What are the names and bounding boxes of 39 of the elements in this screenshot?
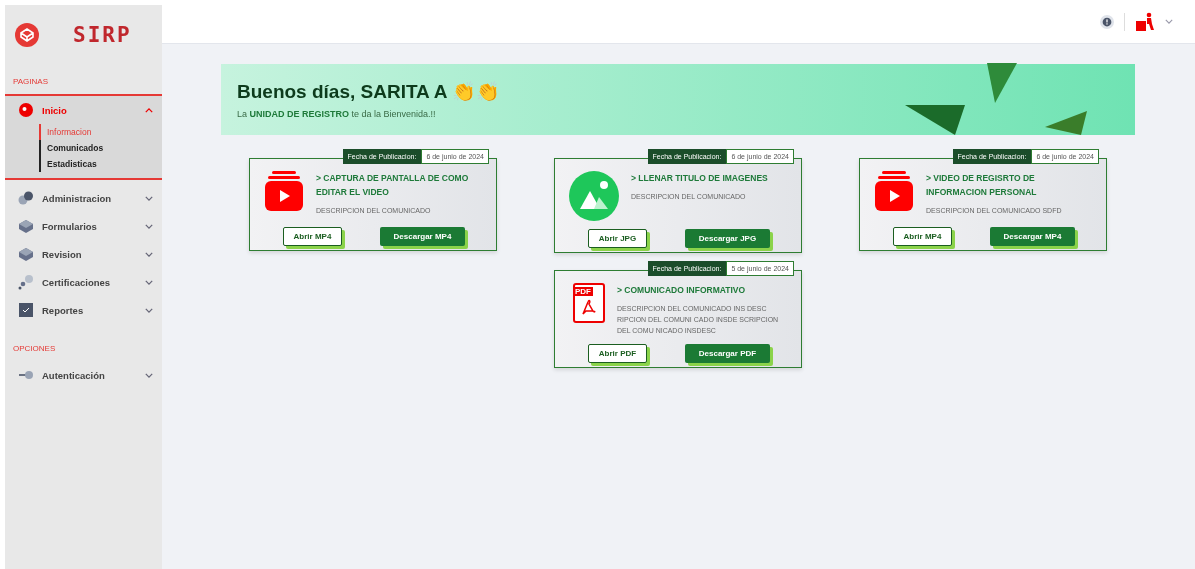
- submenu-item[interactable]: Estadisticas: [41, 156, 162, 172]
- video-icon: [264, 171, 304, 211]
- sidebar-item[interactable]: Certificaciones: [5, 268, 162, 296]
- download-button[interactable]: Descargar MP4: [379, 227, 466, 246]
- brand-name: SIRP: [73, 23, 132, 47]
- video-icon: [874, 171, 914, 211]
- info-icon[interactable]: [1100, 14, 1114, 29]
- sidebar-item[interactable]: Formularios: [5, 212, 162, 240]
- card-title: > CAPTURA DE PANTALLA DE COMO EDITAR EL VIDEO: [316, 172, 470, 199]
- menu-icon: [18, 274, 34, 290]
- menu-icon: [18, 102, 34, 118]
- menu-icon: [18, 190, 34, 206]
- section-title: OPCIONES: [12, 343, 57, 355]
- sidebar-item[interactable]: Autenticación: [5, 361, 162, 389]
- pdf-icon: PDF: [573, 283, 605, 323]
- logo-icon: [15, 23, 39, 47]
- menu-icon: [18, 246, 34, 262]
- menu-icon: [18, 302, 34, 318]
- open-button[interactable]: Abrir MP4: [892, 227, 953, 246]
- user-avatar-icon[interactable]: [1135, 11, 1155, 32]
- submenu-item[interactable]: Comunicados: [41, 140, 162, 156]
- card-title: > VIDEO DE REGISRTO DE INFORMACION PERSONAL: [926, 172, 1038, 199]
- greeting: Buenos días, SARITA A 👏👏: [237, 80, 500, 103]
- section-title: PAGINAS: [12, 76, 49, 88]
- card-title: > COMUNICADO INFORMATIVO: [617, 284, 747, 297]
- download-button[interactable]: Descargar JPG: [684, 229, 771, 248]
- download-button[interactable]: Descargar MP4: [989, 227, 1076, 246]
- open-button[interactable]: Abrir JPG: [587, 229, 648, 248]
- sidebar-item[interactable]: Administracion: [5, 184, 162, 212]
- open-button[interactable]: Abrir PDF: [587, 344, 648, 363]
- sidebar-item[interactable]: Revision: [5, 240, 162, 268]
- chevron-icon[interactable]: [1165, 19, 1173, 24]
- download-button[interactable]: Descargar PDF: [684, 344, 771, 363]
- sidebar-item[interactable]: Reportes: [5, 296, 162, 324]
- image-icon: [569, 171, 619, 221]
- menu-icon: [18, 218, 34, 234]
- open-button[interactable]: Abrir MP4: [282, 227, 343, 246]
- welcome-subtitle: La UNIDAD DE REGISTRO te da la Bienvenida.!!: [237, 109, 437, 119]
- card-title: > LLENAR TITULO DE IMAGENES: [631, 172, 769, 185]
